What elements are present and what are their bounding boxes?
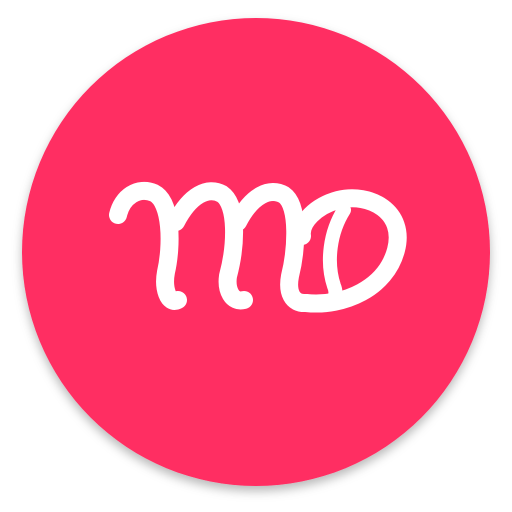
- app-icon[interactable]: [0, 0, 512, 512]
- icon-canvas: [0, 0, 512, 512]
- icon-circle-background: [22, 18, 490, 486]
